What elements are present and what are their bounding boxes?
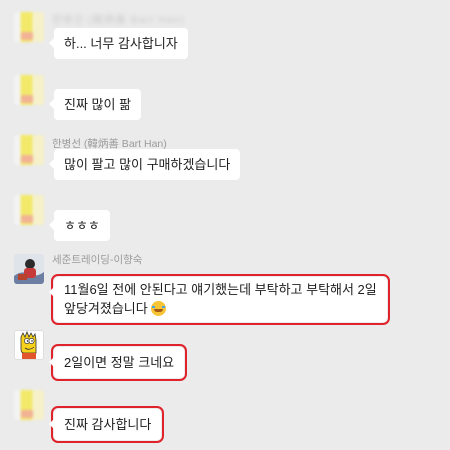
message-text: 앞당겨졌습니다 [64, 301, 148, 316]
laughing-tears-emoji-icon [150, 301, 166, 316]
sender-name: 세준트레이딩-이향숙 [52, 254, 143, 266]
message-bubble[interactable]: 2일이면 정말 크네요 [48, 344, 188, 381]
person-photo-icon [14, 254, 44, 284]
message-bubble[interactable]: 11월6일 전에 안된다고 얘기했는데 부탁하고 부탁해서 2일 앞당겨졌습니다 [49, 274, 390, 325]
avatar[interactable] [14, 75, 44, 105]
avatar[interactable] [14, 254, 44, 284]
avatar[interactable] [14, 195, 44, 225]
avatar[interactable] [14, 390, 44, 420]
message-bubble[interactable]: 하... 너무 감사합니자 [49, 28, 188, 59]
sender-name: 한병선 (韓炳善 Bart Han) [52, 14, 185, 26]
message-bubble[interactable]: 진짜 감사합니다 [48, 406, 165, 443]
avatar[interactable] [14, 330, 44, 360]
avatar[interactable] [14, 135, 44, 165]
message-bubble[interactable]: 많이 팔고 많이 구매하겠습니다 [48, 149, 241, 180]
bart-simpson-icon [15, 331, 43, 359]
message-text-line-2: 앞당겨졌습니다 [64, 299, 377, 318]
avatar[interactable] [14, 12, 44, 42]
message-bubble[interactable]: 진짜 많이 팖 [48, 89, 142, 120]
message-bubble[interactable]: ㅎㅎㅎ [49, 210, 110, 241]
message-text-line: 11월6일 전에 안된다고 얘기했는데 부탁하고 부탁해서 2일 [64, 282, 377, 297]
